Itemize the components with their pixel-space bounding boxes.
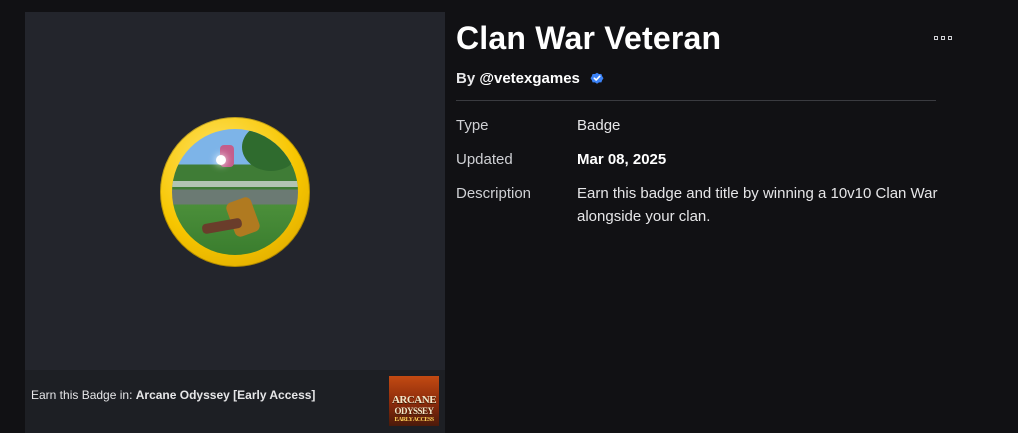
- game-thumbnail[interactable]: ARCANE ODYSSEY EARLY ACCESS: [389, 376, 439, 426]
- description-value: Earn this badge and title by winning a 1…: [577, 185, 938, 225]
- earn-in-bar: Earn this Badge in: Arcane Odyssey [Earl…: [25, 370, 445, 433]
- earn-in-prefix: Earn this Badge in:: [31, 388, 133, 402]
- description-label: Description: [456, 185, 532, 202]
- header-divider: [456, 100, 936, 101]
- creator-link[interactable]: @vetexgames: [479, 70, 580, 87]
- updated-label: Updated: [456, 151, 513, 168]
- game-thumb-line2: ODYSSEY: [394, 406, 434, 416]
- badge-media-panel: Earn this Badge in: Arcane Odyssey [Earl…: [25, 12, 445, 433]
- earn-in-game-link[interactable]: Arcane Odyssey [Early Access]: [136, 388, 316, 402]
- more-options-icon[interactable]: [930, 30, 956, 48]
- badge-title: Clan War Veteran: [456, 20, 722, 56]
- badge-image: [160, 117, 310, 267]
- badge-artwork: [172, 129, 298, 255]
- type-label: Type: [456, 117, 489, 134]
- creator-line: By @vetexgames: [456, 70, 604, 87]
- game-thumb-line1: ARCANE: [391, 394, 437, 406]
- verified-check-icon: [590, 72, 604, 84]
- earn-in-text: Earn this Badge in: Arcane Odyssey [Earl…: [31, 388, 315, 402]
- by-prefix: By: [456, 70, 476, 87]
- type-value: Badge: [577, 117, 621, 134]
- game-thumb-line3: EARLY ACCESS: [394, 417, 434, 423]
- updated-value: Mar 08, 2025: [577, 151, 667, 168]
